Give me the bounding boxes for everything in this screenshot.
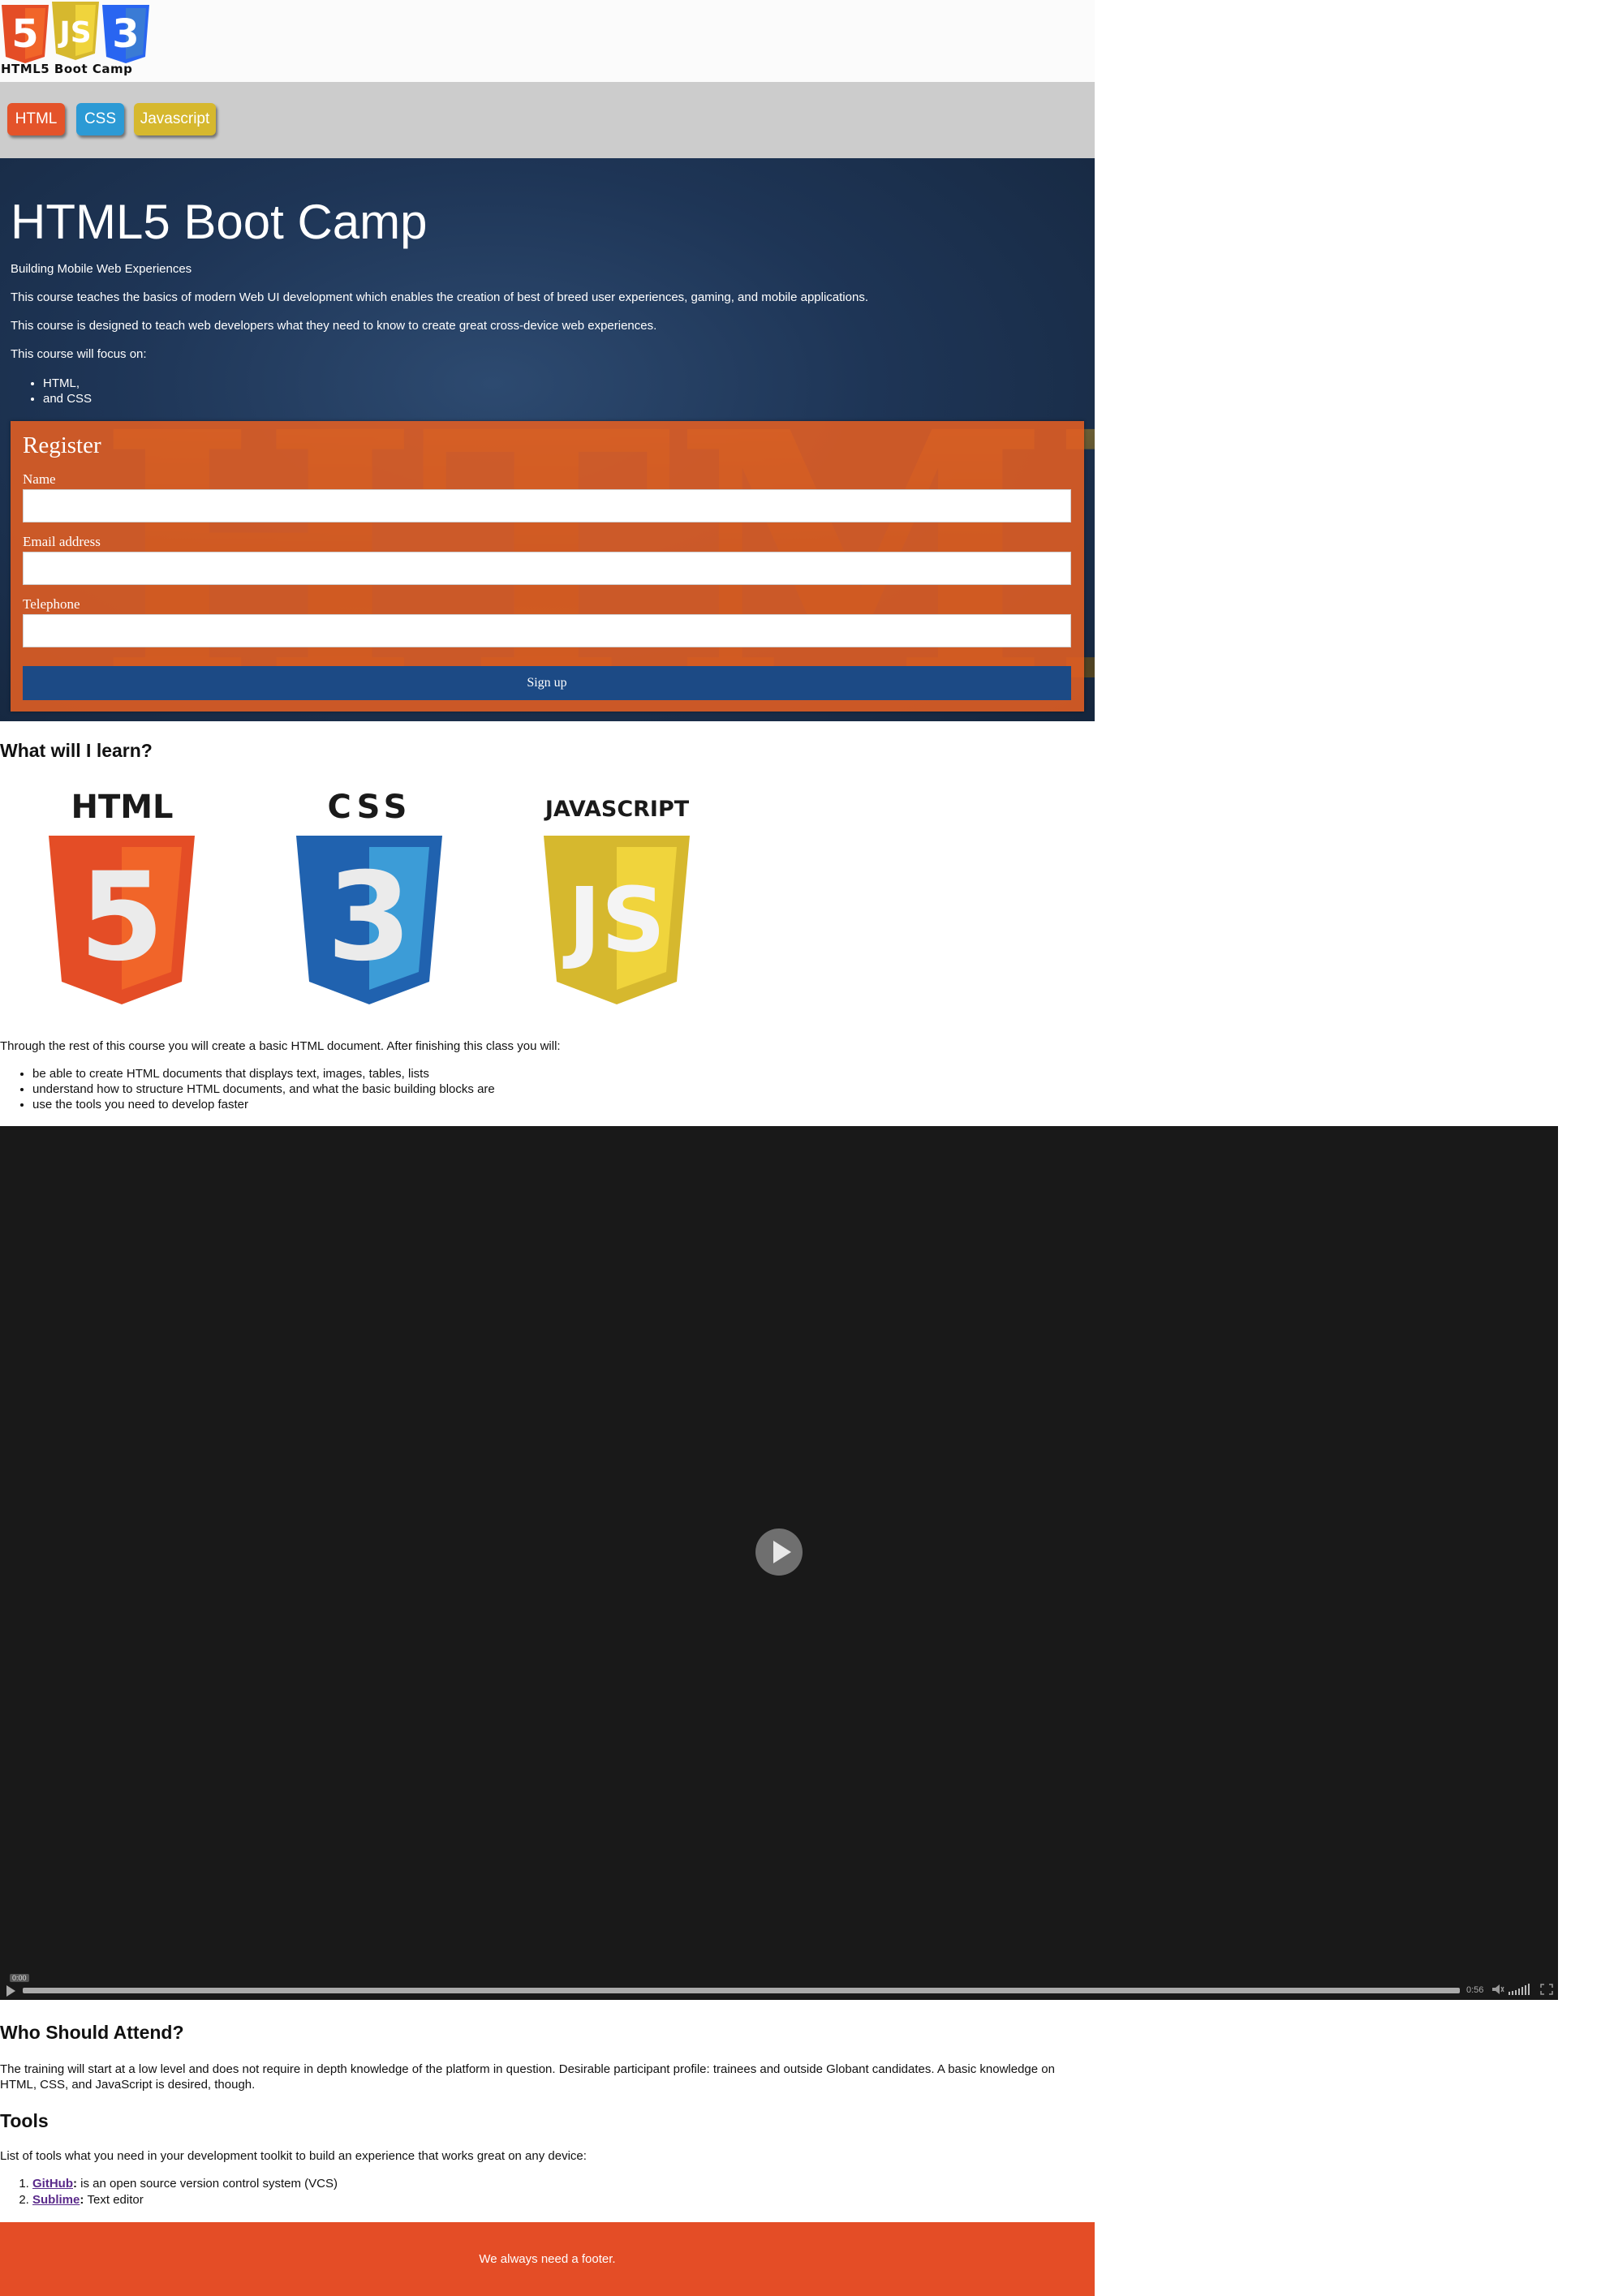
volume-icon[interactable] xyxy=(1491,1984,1504,1995)
css3-shield-icon: 3 xyxy=(296,836,442,1004)
tool-description: is an open source version control system… xyxy=(80,2177,338,2191)
focus-item: and CSS xyxy=(43,391,92,406)
sublime-link[interactable]: Sublime xyxy=(32,2193,80,2207)
main-nav: HTML CSS Javascript xyxy=(0,82,1095,158)
nav-css-button[interactable]: CSS xyxy=(76,103,124,135)
github-link[interactable]: GitHub xyxy=(32,2177,73,2191)
hero-paragraph: This course is designed to teach web dev… xyxy=(11,319,657,333)
html5-glyph: 5 xyxy=(80,847,164,988)
page: 5 JS 3 HTML5 Boot Camp HTML CSS Javascri… xyxy=(0,0,1614,2296)
video-duration: 0:56 xyxy=(1466,1985,1484,1995)
email-label: Email address xyxy=(23,534,101,549)
logo-glyph-3: 3 xyxy=(112,11,139,57)
hero-section: HTML5 HTML5 Boot Camp Building Mobile We… xyxy=(0,158,1095,721)
logo-shields-icon: 5 JS 3 xyxy=(2,2,149,63)
tools-heading: Tools xyxy=(0,2110,49,2131)
hero-paragraph: This course will focus on: xyxy=(11,347,147,361)
register-title: Register xyxy=(23,432,101,458)
video-progress-bar[interactable] xyxy=(23,1988,1460,1993)
outcomes-list: be able to create HTML documents that di… xyxy=(0,1066,495,1112)
hero-title: HTML5 Boot Camp xyxy=(11,195,428,249)
tools-list: GitHub: is an open source version contro… xyxy=(0,2176,338,2208)
name-label: Name xyxy=(23,471,56,487)
logo-glyph-1: 5 xyxy=(11,11,38,57)
hero-subtitle: Building Mobile Web Experiences xyxy=(11,262,192,276)
attend-heading: Who Should Attend? xyxy=(0,2022,184,2043)
html5-logo: HTML 5 xyxy=(39,789,205,1009)
learn-heading: What will I learn? xyxy=(0,740,153,761)
javascript-shield-icon: JS xyxy=(544,836,690,1004)
telephone-field[interactable] xyxy=(23,614,1071,647)
site-header: 5 JS 3 HTML5 Boot Camp xyxy=(0,0,1095,82)
html5-shield-icon: 5 xyxy=(49,836,195,1004)
volume-slider[interactable] xyxy=(1509,1984,1534,1995)
play-icon[interactable] xyxy=(6,1985,15,1997)
email-field[interactable] xyxy=(23,552,1071,585)
video-play-button[interactable] xyxy=(755,1529,803,1576)
signup-button[interactable]: Sign up xyxy=(23,666,1071,700)
telephone-label: Telephone xyxy=(23,596,80,612)
nav-javascript-button[interactable]: Javascript xyxy=(134,103,216,135)
focus-list: HTML, and CSS xyxy=(11,376,92,406)
tool-item: GitHub: is an open source version contro… xyxy=(32,2176,338,2192)
hero-paragraph: This course teaches the basics of modern… xyxy=(11,290,868,304)
css3-glyph: 3 xyxy=(327,847,411,988)
tool-item: Sublime: Text editor xyxy=(32,2192,338,2208)
name-field[interactable] xyxy=(23,489,1071,522)
fullscreen-icon[interactable] xyxy=(1540,1984,1553,1995)
learn-intro: Through the rest of this course you will… xyxy=(0,1039,561,1053)
tools-intro: List of tools what you need in your deve… xyxy=(0,2149,587,2163)
site-logo[interactable]: 5 JS 3 HTML5 Boot Camp xyxy=(0,0,154,81)
outcome-item: use the tools you need to develop faster xyxy=(32,1097,495,1112)
outcome-item: be able to create HTML documents that di… xyxy=(32,1066,495,1081)
video-controls: 0:00 0:56 xyxy=(0,1974,1558,2000)
focus-item: HTML, xyxy=(43,376,92,391)
logo-text: HTML5 Boot Camp xyxy=(1,62,133,76)
attend-text: The training will start at a low level a… xyxy=(0,2062,1055,2092)
site-footer: We always need a footer. xyxy=(0,2222,1095,2296)
nav-html-button[interactable]: HTML xyxy=(7,103,65,135)
register-form: Register Name Email address Telephone Si… xyxy=(11,421,1084,712)
javascript-glyph: JS xyxy=(562,868,665,972)
javascript-logo: JAVASCRIPT JS xyxy=(534,789,700,1009)
tool-description: Text editor xyxy=(87,2193,144,2207)
current-time: 0:00 xyxy=(10,1974,29,1982)
footer-text: We always need a footer. xyxy=(479,2252,616,2266)
logo-glyph-2: JS xyxy=(57,16,91,49)
css3-logo: CSS 3 xyxy=(286,789,453,1009)
outcome-item: understand how to structure HTML documen… xyxy=(32,1081,495,1097)
